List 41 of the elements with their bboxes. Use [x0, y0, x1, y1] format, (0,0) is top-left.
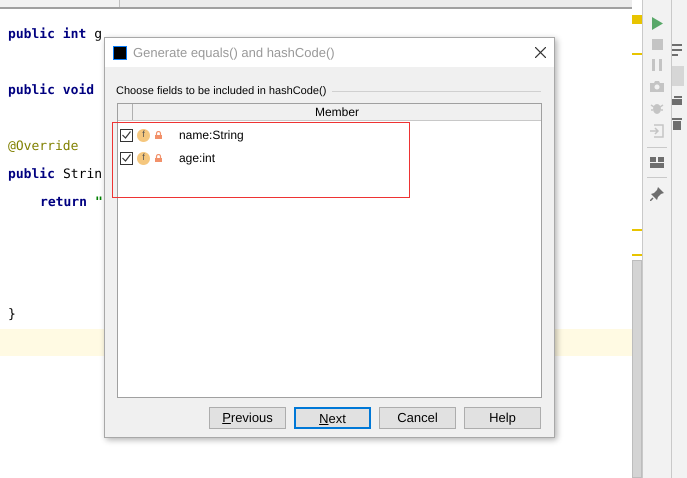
- app-logo-icon: [113, 46, 127, 60]
- run-icon[interactable]: [651, 17, 663, 30]
- dialog-button[interactable]: Cancel: [379, 406, 456, 428]
- trash-icon[interactable]: [672, 118, 682, 130]
- code-token: public void: [8, 82, 94, 100]
- dialog-button[interactable]: Next: [294, 406, 371, 428]
- warning-marker: [632, 254, 642, 256]
- code-token: public int: [8, 26, 86, 44]
- warning-marker: [632, 53, 642, 55]
- code-token: }: [8, 306, 16, 324]
- close-icon[interactable]: [535, 47, 546, 58]
- soft-wrap-icon[interactable]: [672, 44, 682, 56]
- field-name: age:int: [179, 150, 216, 167]
- code-token: g: [94, 26, 102, 44]
- code-token: Strin: [62, 166, 102, 184]
- field-name: name:String: [179, 127, 244, 144]
- dialog-title: Generate equals() and hashCode(): [133, 44, 336, 62]
- pause-icon[interactable]: [652, 59, 662, 71]
- field-icon: f: [137, 128, 150, 142]
- bug-icon[interactable]: [650, 101, 664, 115]
- pin-icon[interactable]: [650, 187, 664, 201]
- print-icon[interactable]: [672, 96, 682, 108]
- field-icon: f: [137, 152, 150, 164]
- scrollbar-thumb[interactable]: [632, 260, 642, 478]
- code-token: @Override: [8, 138, 78, 156]
- lock-icon: [155, 154, 162, 162]
- lock-icon: [155, 131, 162, 139]
- enter-icon[interactable]: [650, 124, 664, 138]
- warning-marker: [632, 15, 642, 24]
- row-checkbox[interactable]: [120, 128, 133, 142]
- code-token: ": [94, 194, 103, 212]
- layout-icon[interactable]: [650, 157, 664, 168]
- dialog-button[interactable]: Help: [464, 406, 541, 428]
- row-checkbox[interactable]: [120, 152, 133, 164]
- warning-marker: [632, 229, 642, 231]
- dialog-button[interactable]: Previous: [209, 406, 286, 428]
- code-token: return: [40, 194, 87, 212]
- code-token: public: [8, 166, 55, 184]
- stop-icon[interactable]: [652, 39, 662, 50]
- camera-icon[interactable]: [650, 80, 664, 92]
- group-label: Choose fields to be included in hashCode(): [116, 84, 326, 99]
